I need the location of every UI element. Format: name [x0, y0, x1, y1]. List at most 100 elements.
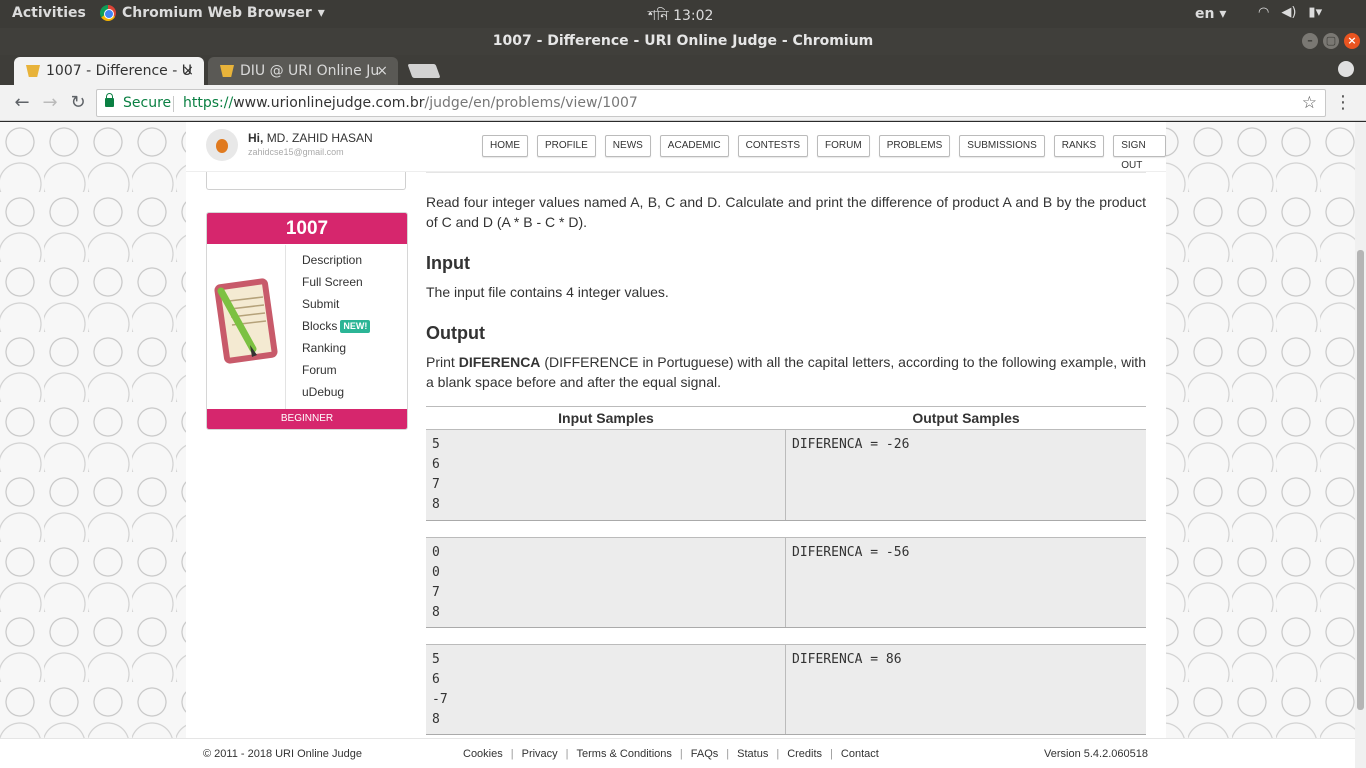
uri-favicon-icon: [220, 65, 234, 77]
samples-table: Input Samples Output Samples 5 6 7 8 DIF…: [426, 406, 1146, 735]
user-email: zahidcse15@gmail.com: [248, 147, 344, 157]
browser-toolbar: ← → ↻ Secure https://www.urionlinejudge.…: [0, 85, 1366, 121]
user-greeting: Hi, MD. ZAHID HASAN: [248, 131, 373, 145]
url-text: https://www.urionlinejudge.com.br/judge/…: [183, 90, 638, 116]
uri-favicon-icon: [26, 65, 40, 77]
activities-button[interactable]: Activities: [12, 5, 86, 21]
footer-links: Cookies | Privacy | Terms & Conditions | FA…: [463, 748, 879, 760]
sidebar-box: [206, 172, 406, 190]
close-window-button[interactable]: ×: [1344, 33, 1360, 49]
chromium-icon: [100, 5, 116, 21]
nav-contests[interactable]: CONTESTS: [737, 135, 809, 157]
system-top-bar: Activities Chromium Web Browser ▾ শনি 13…: [0, 0, 1366, 28]
tab-label: 1007 - Difference - U: [46, 63, 192, 79]
nav-sign-out[interactable]: SIGN OUT: [1113, 135, 1166, 171]
link-udebug[interactable]: uDebug: [302, 383, 407, 405]
volume-icon: ◀): [1281, 5, 1297, 20]
footer-link-privacy[interactable]: Privacy: [522, 748, 558, 760]
site-header: Hi, MD. ZAHID HASAN zahidcse15@gmail.com…: [186, 122, 1166, 172]
link-blocks-row: Blocks NEW!: [302, 317, 407, 339]
link-full-screen[interactable]: Full Screen: [302, 273, 407, 295]
clock[interactable]: শনি 13:02: [648, 4, 713, 28]
page-viewport: Hi, MD. ZAHID HASAN zahidcse15@gmail.com…: [0, 122, 1366, 768]
sample-input: 5 6 7 8: [426, 430, 786, 520]
version: Version 5.4.2.060518: [1044, 748, 1148, 760]
problem-links: Description Full Screen Submit Blocks NEW…: [285, 245, 407, 409]
profile-icon[interactable]: [1338, 61, 1354, 77]
nav-profile[interactable]: PROFILE: [537, 135, 596, 157]
wifi-icon: ◠: [1258, 5, 1270, 20]
sample-row: 0 0 7 8 DIFERENCA = -56: [426, 537, 1146, 628]
footer-link-status[interactable]: Status: [737, 748, 768, 760]
sample-output: DIFERENCA = -26: [792, 437, 910, 452]
divider: |: [726, 748, 730, 760]
new-tab-button[interactable]: [407, 64, 441, 78]
address-bar[interactable]: Secure https://www.urionlinejudge.com.br…: [96, 89, 1326, 117]
nav-academic[interactable]: ACADEMIC: [659, 135, 729, 157]
footer-link-faqs[interactable]: FAQs: [691, 748, 719, 760]
lock-icon: [105, 93, 114, 107]
nav-ranks[interactable]: RANKS: [1053, 135, 1105, 157]
output-keyword: DIFERENCA: [458, 354, 541, 370]
sample-input: 5 6 -7 8: [426, 645, 786, 734]
nav-submissions[interactable]: SUBMISSIONS: [959, 135, 1045, 157]
nav-home[interactable]: HOME: [482, 135, 528, 157]
link-ranking[interactable]: Ranking: [302, 339, 407, 361]
link-blocks[interactable]: Blocks: [302, 319, 337, 333]
divider: [173, 96, 174, 112]
tab-diu[interactable]: DIU @ URI Online Ju ×: [208, 57, 398, 85]
url-path: /judge/en/problems/view/1007: [424, 95, 638, 111]
problem-description: Read four integer values named A, B, C a…: [426, 194, 1146, 230]
divider: [426, 172, 1146, 173]
language-indicator[interactable]: en ▾: [1195, 6, 1226, 22]
sample-output: DIFERENCA = -56: [792, 545, 910, 560]
footer-link-cookies[interactable]: Cookies: [463, 748, 503, 760]
nav-problems[interactable]: PROBLEMS: [878, 135, 951, 157]
tab-problem-1007[interactable]: 1007 - Difference - U ×: [14, 57, 204, 85]
site-footer: © 2011 - 2018 URI Online Judge Cookies | …: [0, 738, 1355, 768]
nav-news[interactable]: NEWS: [604, 135, 651, 157]
sample-input: 0 0 7 8: [426, 538, 786, 627]
samples-header: Input Samples Output Samples: [426, 406, 1146, 430]
close-tab-icon[interactable]: ×: [376, 57, 388, 85]
maximize-button[interactable]: ▢: [1323, 33, 1339, 49]
output-text: Print DIFERENCA (DIFFERENCE in Portugues…: [426, 352, 1146, 392]
main-nav: HOME PROFILE NEWS ACADEMIC CONTESTS FORU…: [482, 135, 1166, 171]
divider: |: [679, 748, 683, 760]
scrollbar-thumb[interactable]: [1357, 250, 1364, 710]
link-submit[interactable]: Submit: [302, 295, 407, 317]
greeting: Hi,: [248, 131, 264, 145]
footer-link-terms[interactable]: Terms & Conditions: [577, 748, 672, 760]
app-menu[interactable]: Chromium Web Browser ▾: [100, 5, 325, 21]
menu-icon[interactable]: ⋮: [1334, 91, 1352, 115]
minimize-button[interactable]: –: [1302, 33, 1318, 49]
window-title: 1007 - Difference - URI Online Judge - C…: [492, 33, 874, 49]
reload-icon[interactable]: ↻: [66, 91, 90, 115]
sample-row: 5 6 -7 8 DIFERENCA = 86: [426, 644, 1146, 735]
app-name: Chromium Web Browser: [122, 5, 312, 21]
link-description[interactable]: Description: [302, 251, 407, 273]
new-badge: NEW!: [340, 320, 371, 333]
bookmark-star-icon[interactable]: ☆: [1302, 90, 1317, 116]
footer-link-contact[interactable]: Contact: [841, 748, 879, 760]
url-host: www.urionlinejudge.com.br: [233, 95, 425, 111]
tab-strip: 1007 - Difference - U × DIU @ URI Online…: [0, 55, 1366, 85]
divider: |: [776, 748, 780, 760]
nav-forum[interactable]: FORUM: [817, 135, 870, 157]
close-tab-icon[interactable]: ×: [182, 57, 194, 85]
user-name: MD. ZAHID HASAN: [266, 131, 373, 145]
avatar[interactable]: [206, 129, 238, 161]
page-scrollbar[interactable]: [1355, 122, 1366, 768]
problem-card: 1007 Description Full Screen Submit Bloc…: [206, 212, 408, 430]
sample-output: DIFERENCA = 86: [792, 652, 902, 667]
link-forum[interactable]: Forum: [302, 361, 407, 383]
clipboard-pencil-icon: [214, 278, 278, 364]
back-arrow-icon[interactable]: ←: [10, 91, 34, 115]
divider: |: [565, 748, 569, 760]
output-heading: Output: [426, 323, 485, 343]
window-titlebar: 1007 - Difference - URI Online Judge - C…: [0, 28, 1366, 55]
system-tray[interactable]: ◠ ◀) ▮▾: [1258, 5, 1322, 20]
level-badge: BEGINNER: [207, 409, 407, 429]
forward-arrow-icon[interactable]: →: [38, 91, 62, 115]
footer-link-credits[interactable]: Credits: [787, 748, 822, 760]
